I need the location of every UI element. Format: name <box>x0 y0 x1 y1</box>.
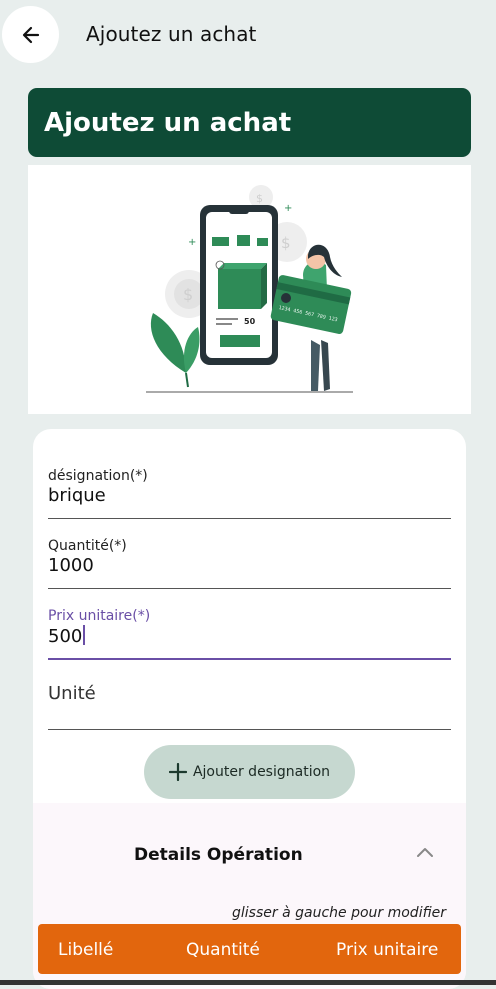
unite-underline <box>48 729 451 730</box>
back-button[interactable] <box>2 6 59 63</box>
designation-label: désignation(*) <box>48 468 148 484</box>
swipe-hint: glisser à gauche pour modifier <box>232 905 446 921</box>
page-title: Ajoutez un achat <box>86 22 257 46</box>
unite-placeholder: Unité <box>48 683 96 704</box>
column-libelle: Libellé <box>58 940 114 960</box>
bottom-edge <box>0 980 496 985</box>
price-tag: 50 <box>244 317 256 326</box>
svg-text:$: $ <box>183 285 193 304</box>
plus-icon <box>168 763 187 781</box>
app-bar: Ajoutez un achat <box>0 0 496 70</box>
svg-text:$: $ <box>281 234 291 252</box>
svg-text:+: + <box>284 203 292 214</box>
purchase-illustration: $ $ $ + + 50 1234 456 567 789 123 <box>28 165 471 414</box>
prix-unitaire-field[interactable]: Prix unitaire(*) 500 <box>48 608 451 661</box>
quantite-value[interactable]: 1000 <box>48 555 451 576</box>
designation-value[interactable]: brique <box>48 485 451 506</box>
banner-title: Ajoutez un achat <box>44 107 292 138</box>
column-prix-unitaire: Prix unitaire <box>336 940 439 960</box>
add-designation-button[interactable]: Ajouter designation <box>144 745 355 799</box>
text-caret <box>83 625 86 645</box>
chevron-up-icon[interactable] <box>416 846 434 858</box>
details-title: Details Opération <box>134 845 303 865</box>
prix-unitaire-value: 500 <box>48 626 83 647</box>
quantite-field[interactable]: Quantité(*) 1000 <box>48 538 451 590</box>
column-quantite: Quantité <box>186 940 260 960</box>
prix-unitaire-input[interactable]: 500 <box>48 625 451 647</box>
add-designation-label: Ajouter designation <box>192 764 331 780</box>
purchase-form-card: désignation(*) brique Quantité(*) 1000 P… <box>33 429 466 989</box>
quantite-label: Quantité(*) <box>48 538 127 554</box>
prix-unitaire-underline <box>48 658 451 660</box>
details-table-header: Libellé Quantité Prix unitaire <box>38 924 461 974</box>
svg-text:$: $ <box>256 192 263 205</box>
svg-text:+: + <box>188 237 196 248</box>
arrow-left-icon <box>22 26 39 43</box>
prix-unitaire-label: Prix unitaire(*) <box>48 608 151 624</box>
designation-underline <box>48 518 451 519</box>
quantite-underline <box>48 588 451 589</box>
designation-field[interactable]: désignation(*) brique <box>48 468 451 520</box>
header-banner: Ajoutez un achat <box>28 88 471 157</box>
unite-field[interactable]: Unité <box>48 683 451 731</box>
